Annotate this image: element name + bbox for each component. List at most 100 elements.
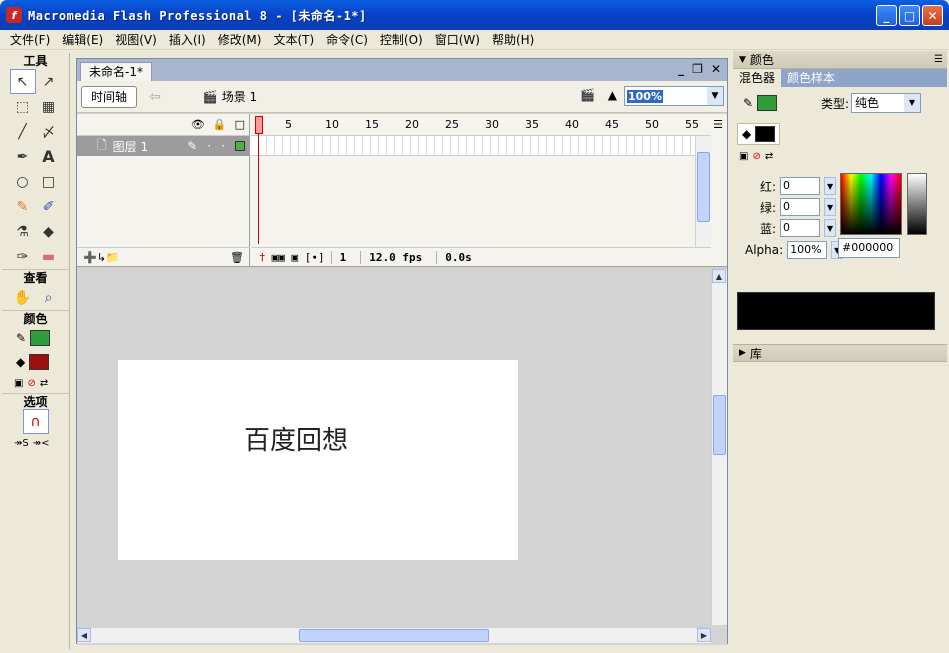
- blue-dropdown-icon[interactable]: ▼: [824, 219, 837, 237]
- visibility-dot-icon[interactable]: ·: [207, 139, 211, 153]
- zoom-dropdown-icon[interactable]: ▼: [707, 87, 723, 105]
- menu-modify[interactable]: 修改(M): [212, 31, 268, 48]
- pen-tool-icon[interactable]: ✒: [10, 144, 36, 169]
- outline-icon[interactable]: □: [235, 118, 245, 131]
- document-tab[interactable]: 未命名-1*: [80, 62, 152, 81]
- tab-color-mixer[interactable]: 混色器: [733, 69, 782, 87]
- color-panel-header[interactable]: ▼ 颜色 ☰: [733, 51, 947, 69]
- menu-text[interactable]: 文本(T): [267, 31, 320, 48]
- subselection-tool-icon[interactable]: ↗: [36, 69, 62, 94]
- stage-canvas[interactable]: 百度回想: [118, 360, 518, 560]
- red-dropdown-icon[interactable]: ▼: [824, 177, 837, 195]
- panel-black-white-icon[interactable]: ▣: [739, 151, 748, 162]
- doc-restore-icon[interactable]: ❐: [692, 62, 703, 76]
- stroke-color-swatch[interactable]: [30, 330, 51, 346]
- timeline-toggle-button[interactable]: 时间轴: [81, 85, 138, 108]
- library-panel-header[interactable]: ▶ 库: [733, 344, 947, 362]
- panel-menu-icon[interactable]: ☰: [934, 54, 943, 65]
- delete-layer-icon[interactable]: 🗑: [230, 251, 244, 264]
- menu-insert[interactable]: 插入(I): [163, 31, 212, 48]
- text-tool-icon[interactable]: A: [36, 144, 62, 169]
- alpha-input[interactable]: 100%: [787, 241, 828, 259]
- lasso-tool-icon[interactable]: 〆: [36, 119, 62, 144]
- line-tool-icon[interactable]: ╱: [10, 119, 36, 144]
- fill-bucket-icon: ◆: [742, 127, 752, 141]
- panel-no-color-icon[interactable]: ⊘: [752, 151, 760, 162]
- tab-color-swatches[interactable]: 颜色样本: [781, 69, 841, 87]
- stage-text[interactable]: 百度回想: [244, 420, 348, 457]
- swap-colors-icon[interactable]: ⇄: [40, 378, 48, 389]
- straighten-icon[interactable]: ↠<: [33, 438, 50, 449]
- eye-icon[interactable]: 👁: [191, 118, 205, 131]
- timeline-scroll-thumb[interactable]: [697, 152, 710, 222]
- onion-skin-icons[interactable]: ▣▣ ▣ [∙]: [272, 251, 325, 264]
- lock-dot-icon[interactable]: ·: [221, 139, 225, 153]
- minimize-button[interactable]: _: [876, 5, 897, 26]
- doc-close-icon[interactable]: ✕: [711, 62, 721, 76]
- green-input[interactable]: 0: [780, 198, 821, 216]
- menu-view[interactable]: 视图(V): [109, 31, 163, 48]
- brightness-slider[interactable]: [907, 173, 927, 235]
- zoom-tool-icon[interactable]: ⌕: [36, 285, 62, 310]
- scroll-up-icon[interactable]: ▲: [712, 269, 726, 283]
- panel-stroke-swatch[interactable]: [757, 95, 778, 111]
- free-transform-tool-icon[interactable]: ⬚: [10, 94, 36, 119]
- frames-row[interactable]: [251, 136, 711, 156]
- menu-help[interactable]: 帮助(H): [486, 31, 540, 48]
- fill-type-select[interactable]: 纯色 ▼: [851, 93, 921, 113]
- green-dropdown-icon[interactable]: ▼: [824, 198, 837, 216]
- menu-window[interactable]: 窗口(W): [429, 31, 486, 48]
- fill-type-dropdown-icon[interactable]: ▼: [904, 94, 920, 112]
- stage-horizontal-scrollbar[interactable]: ◀ ▶: [77, 627, 711, 643]
- gradient-transform-tool-icon[interactable]: ▦: [36, 94, 62, 119]
- ruler-label: 35: [525, 118, 539, 131]
- timeline-menu-icon[interactable]: ☰: [713, 118, 723, 131]
- blue-input[interactable]: 0: [780, 219, 821, 237]
- zoom-select[interactable]: 100% ▼: [624, 86, 724, 106]
- panel-fill-swatch[interactable]: [755, 126, 776, 142]
- edit-symbol-icon[interactable]: ▲: [608, 88, 617, 102]
- pencil-tool-icon[interactable]: ✎: [10, 194, 36, 219]
- edit-scene-icon[interactable]: 🎬: [580, 88, 595, 102]
- scroll-left-icon[interactable]: ◀: [77, 628, 91, 642]
- lock-icon[interactable]: 🔒: [213, 118, 227, 131]
- smooth-icon[interactable]: ↠S: [14, 438, 29, 449]
- oval-tool-icon[interactable]: ○: [10, 169, 36, 194]
- snap-magnet-icon[interactable]: ∩: [22, 409, 49, 434]
- fill-color-swatch[interactable]: [29, 354, 50, 370]
- maximize-button[interactable]: □: [899, 5, 920, 26]
- menu-commands[interactable]: 命令(C): [320, 31, 374, 48]
- red-input[interactable]: 0: [780, 177, 821, 195]
- paint-bucket-tool-icon[interactable]: ◆: [36, 219, 62, 244]
- black-white-icon[interactable]: ▣: [14, 378, 23, 389]
- menu-control[interactable]: 控制(O): [374, 31, 429, 48]
- back-arrow-icon[interactable]: ⇦: [149, 89, 161, 105]
- playhead[interactable]: [255, 116, 263, 134]
- scroll-right-icon[interactable]: ▶: [697, 628, 711, 642]
- eraser-tool-icon[interactable]: ▬: [36, 244, 62, 269]
- panel-swap-icon[interactable]: ⇄: [765, 151, 773, 162]
- hex-input[interactable]: #000000: [838, 238, 900, 258]
- color-spectrum[interactable]: [840, 173, 902, 235]
- eyedropper-tool-icon[interactable]: ✑: [10, 244, 36, 269]
- color-preview: [737, 292, 935, 330]
- doc-minimize-icon[interactable]: _: [678, 62, 684, 76]
- outline-color-icon[interactable]: [235, 141, 245, 151]
- timeline-vertical-scrollbar[interactable]: [695, 136, 711, 247]
- flash-app-icon: f: [6, 7, 22, 23]
- selection-tool-icon[interactable]: ↖: [9, 69, 36, 94]
- stage-hscroll-thumb[interactable]: [299, 629, 489, 642]
- close-button[interactable]: ✕: [922, 5, 943, 26]
- hand-tool-icon[interactable]: ✋: [10, 285, 36, 310]
- no-color-icon[interactable]: ⊘: [27, 378, 35, 389]
- stage-vscroll-thumb[interactable]: [713, 395, 726, 455]
- ink-bottle-tool-icon[interactable]: ⚗: [10, 219, 36, 244]
- layer-row[interactable]: 🗋 图层 1 ✎ · ·: [77, 136, 249, 156]
- rectangle-tool-icon[interactable]: □: [36, 169, 62, 194]
- layer-actions-icons[interactable]: ➕↳📁: [83, 251, 120, 264]
- menu-edit[interactable]: 编辑(E): [56, 31, 109, 48]
- center-frame-icon[interactable]: †: [259, 251, 266, 264]
- stage-vertical-scrollbar[interactable]: ▲: [711, 269, 727, 625]
- menu-file[interactable]: 文件(F): [4, 31, 56, 48]
- brush-tool-icon[interactable]: ✐: [36, 194, 62, 219]
